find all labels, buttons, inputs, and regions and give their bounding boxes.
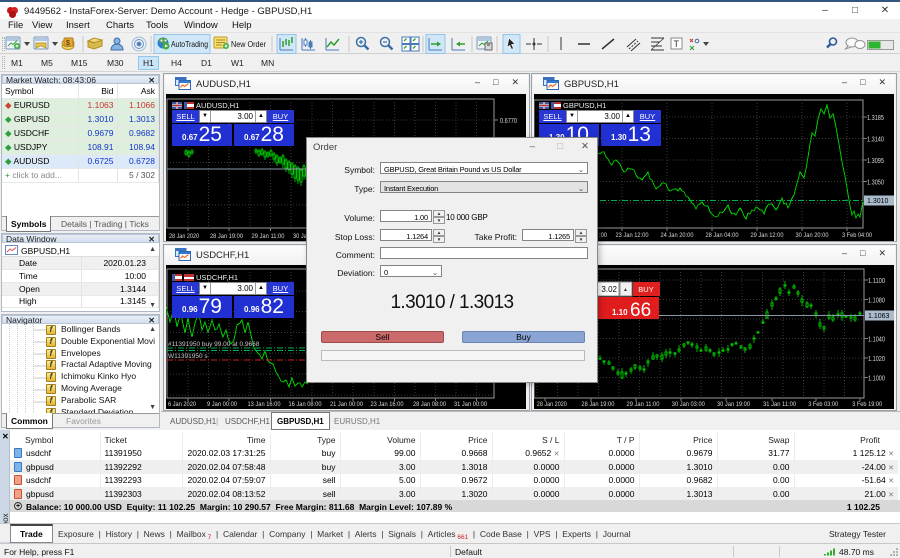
- svg-text:1.1020: 1.1020: [868, 354, 885, 363]
- svg-text:3 Feb 04:00: 3 Feb 04:00: [842, 232, 872, 239]
- svg-text:21 Jan 00:00: 21 Jan 00:00: [330, 401, 363, 408]
- svg-text:W11391950 s: W11391950 s: [168, 353, 208, 360]
- svg-text:28 Jan 04:00: 28 Jan 04:00: [706, 232, 739, 239]
- svg-text:31 Jan 00:00: 31 Jan 00:00: [454, 401, 487, 408]
- svg-text:28 Jan 19:00: 28 Jan 19:00: [210, 233, 243, 240]
- svg-text:28 Jan 19:00: 28 Jan 19:00: [581, 401, 614, 408]
- svg-text:3.02: 3.02: [601, 285, 617, 294]
- svg-text:29 Jan 11:00: 29 Jan 11:00: [252, 233, 285, 240]
- svg-text:1.1000: 1.1000: [868, 374, 885, 383]
- svg-text:1.3185: 1.3185: [867, 113, 884, 122]
- svg-text:30 Jan 19:00: 30 Jan 19:00: [717, 401, 750, 408]
- svg-text:24 Jan 20:00: 24 Jan 20:00: [661, 232, 694, 239]
- svg-text:T: T: [674, 39, 680, 49]
- svg-text:1.1063: 1.1063: [868, 313, 890, 320]
- svg-text:9 Jan 00:00: 9 Jan 00:00: [207, 401, 237, 408]
- svg-text:23 Jan 16:00: 23 Jan 16:00: [371, 401, 404, 408]
- svg-text:66: 66: [630, 300, 651, 321]
- svg-text:1.3095: 1.3095: [867, 156, 884, 165]
- svg-text:$: $: [66, 40, 70, 47]
- svg-text:28 Jan 2020: 28 Jan 2020: [169, 233, 199, 240]
- svg-text:0.6770: 0.6770: [500, 116, 517, 125]
- svg-text:1.3050: 1.3050: [867, 178, 884, 187]
- svg-text::00: :00: [599, 232, 607, 239]
- svg-text:28 Jan 2020: 28 Jan 2020: [537, 401, 567, 408]
- svg-text:3 Feb 03:00: 3 Feb 03:00: [808, 401, 838, 408]
- svg-text:▲: ▲: [623, 287, 628, 293]
- svg-text:1.10: 1.10: [612, 308, 628, 317]
- svg-text:1.1100: 1.1100: [868, 276, 885, 285]
- svg-text:New Order: New Order: [231, 39, 266, 49]
- svg-text:1.3140: 1.3140: [867, 135, 884, 144]
- svg-text:23 Jan 12:00: 23 Jan 12:00: [616, 232, 649, 239]
- svg-text:BUY: BUY: [638, 285, 653, 294]
- svg-text:1.3010: 1.3010: [867, 198, 889, 205]
- svg-text:30 Jan 20:00: 30 Jan 20:00: [796, 232, 829, 239]
- svg-text:6 Jan 2020: 6 Jan 2020: [168, 401, 196, 408]
- svg-text:AutoTrading: AutoTrading: [171, 39, 208, 49]
- svg-text:3 Feb 19:00: 3 Feb 19:00: [852, 401, 882, 408]
- svg-text:16 Jan 08:00: 16 Jan 08:00: [289, 401, 322, 408]
- svg-text:31 Jan 11:00: 31 Jan 11:00: [763, 401, 796, 408]
- svg-text:1.1080: 1.1080: [868, 296, 885, 305]
- svg-text:13 Jan 16:00: 13 Jan 16:00: [248, 401, 281, 408]
- svg-text:29 Jan 11:00: 29 Jan 11:00: [627, 401, 660, 408]
- svg-text:28 Jan 08:00: 28 Jan 08:00: [413, 401, 446, 408]
- svg-text:29 Jan 12:00: 29 Jan 12:00: [751, 232, 784, 239]
- svg-text:30 Jan 03:00: 30 Jan 03:00: [672, 401, 705, 408]
- svg-text:#11391950 buy 99.00 at 0.9668: #11391950 buy 99.00 at 0.9668: [168, 341, 260, 348]
- svg-text:1.1040: 1.1040: [868, 335, 885, 344]
